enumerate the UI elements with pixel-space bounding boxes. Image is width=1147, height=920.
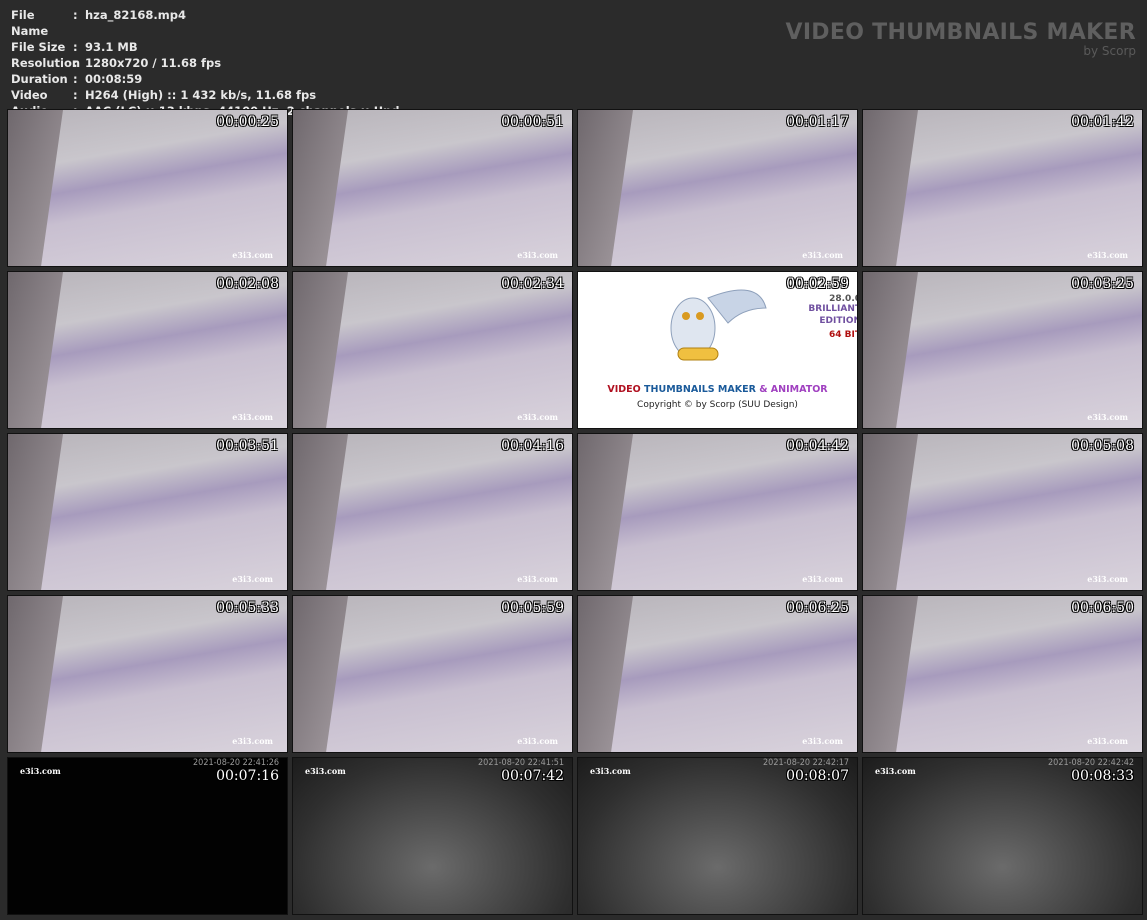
camera-timestamp: 2021-08-20 22:41:26 <box>193 758 279 768</box>
video-thumbnail[interactable]: e3i3.com 00:00:25 <box>7 109 288 267</box>
video-thumbnail[interactable]: e3i3.com 00:02:08 <box>7 271 288 429</box>
file-info-key: Duration <box>11 72 68 86</box>
thumbnail-timestamp: 00:07:16 <box>216 768 279 784</box>
camera-timestamp: 2021-08-20 22:41:51 <box>478 758 564 768</box>
thumbnail-timestamp: 00:03:51 <box>216 438 279 454</box>
thumbnail-timestamp: 00:00:25 <box>216 114 279 130</box>
thumbnail-timestamp: 00:02:59 <box>786 276 849 292</box>
video-thumbnail[interactable]: e3i3.com 00:01:17 <box>577 109 858 267</box>
splash-title-part: THUMBNAILS MAKER <box>644 384 760 395</box>
brand-subtitle: by Scorp <box>1083 44 1136 58</box>
thumbnail-timestamp: 00:04:16 <box>501 438 564 454</box>
thumbnail-timestamp: 00:02:34 <box>501 276 564 292</box>
watermark-text: e3i3.com <box>590 766 631 776</box>
watermark-text: e3i3.com <box>1087 250 1128 260</box>
video-thumbnail[interactable]: e3i3.com 00:00:51 <box>292 109 573 267</box>
watermark-text: e3i3.com <box>232 736 273 746</box>
camera-timestamp: 2021-08-20 22:42:42 <box>1048 758 1134 768</box>
file-info-value: H264 (High) :: 1 432 kb/s, 11.68 fps <box>85 88 317 102</box>
file-info-separator: : <box>73 72 78 86</box>
thumbnail-timestamp: 00:06:25 <box>786 600 849 616</box>
file-info-separator: : <box>73 8 78 22</box>
video-thumbnail[interactable]: e3i3.com 00:01:42 <box>862 109 1143 267</box>
thumbnail-timestamp: 00:01:42 <box>1071 114 1134 130</box>
watermark-text: e3i3.com <box>802 574 843 584</box>
brand-logo: VIDEO THUMBNAILS MAKER by Scorp <box>786 20 1137 58</box>
thumbnail-grid: e3i3.com 00:00:25 e3i3.com 00:00:51 e3i3.com… <box>7 109 1143 915</box>
brand-title: VIDEO THUMBNAILS MAKER <box>785 20 1136 45</box>
video-thumbnail[interactable]: e3i3.com 00:02:34 <box>292 271 573 429</box>
file-info-key: File Name <box>11 8 49 38</box>
splash-title: VIDEO THUMBNAILS MAKER & ANIMATOR <box>578 384 857 395</box>
video-thumbnail[interactable]: e3i3.com 2021-08-20 22:42:17 00:08:07 <box>577 757 858 915</box>
video-thumbnail[interactable]: e3i3.com 00:04:16 <box>292 433 573 591</box>
video-thumbnail[interactable]: e3i3.com 00:05:33 <box>7 595 288 753</box>
splash-copyright: Copyright © by Scorp (SUU Design) <box>637 400 798 410</box>
watermark-text: e3i3.com <box>517 736 558 746</box>
watermark-text: e3i3.com <box>232 412 273 422</box>
thumbnail-timestamp: 00:05:33 <box>216 600 279 616</box>
splash-edition-1: BRILLIANT <box>808 304 858 314</box>
file-info-row: Video: H264 (High) :: 1 432 kb/s, 11.68 f… <box>11 87 399 103</box>
file-info-separator: : <box>73 40 78 54</box>
thumbnail-timestamp: 00:02:08 <box>216 276 279 292</box>
watermark-text: e3i3.com <box>20 766 61 776</box>
watermark-text: e3i3.com <box>1087 412 1128 422</box>
file-info-key: Resolution <box>11 56 81 70</box>
watermark-text: e3i3.com <box>875 766 916 776</box>
splash-title-part: & ANIMATOR <box>759 384 828 395</box>
file-info-value: hza_82168.mp4 <box>85 8 186 22</box>
watermark-text: e3i3.com <box>1087 574 1128 584</box>
splash-title-part: VIDEO <box>607 384 645 395</box>
file-info-value: 93.1 MB <box>85 40 138 54</box>
thumbnail-timestamp: 00:07:42 <box>501 768 564 784</box>
file-info-row: File Name: hza_82168.mp4 <box>11 7 399 39</box>
splash-bits: 64 BIT <box>828 330 858 340</box>
file-info-row: File Size:93.1 MB <box>11 39 399 55</box>
watermark-text: e3i3.com <box>517 574 558 584</box>
file-info-panel: File Name: hza_82168.mp4 File Size:93.1 MB… <box>11 7 399 119</box>
video-thumbnail[interactable]: e3i3.com 00:03:51 <box>7 433 288 591</box>
thumbnail-timestamp: 00:08:33 <box>1071 768 1134 784</box>
video-thumbnail[interactable]: e3i3.com 00:06:25 <box>577 595 858 753</box>
owl-logo-icon <box>670 289 767 361</box>
thumbnail-timestamp: 00:00:51 <box>501 114 564 130</box>
splash-edition-2: EDITION <box>819 316 858 326</box>
file-info-separator: : <box>73 56 78 70</box>
thumbnail-timestamp: 00:05:59 <box>501 600 564 616</box>
file-info-value: 1280x720 / 11.68 fps <box>85 56 222 70</box>
file-info-value: 00:08:59 <box>85 72 143 86</box>
thumbnail-timestamp: 00:04:42 <box>786 438 849 454</box>
watermark-text: e3i3.com <box>517 412 558 422</box>
file-info-separator: : <box>73 88 78 102</box>
file-info-row: Duration:00:08:59 <box>11 71 399 87</box>
video-thumbnail[interactable]: e3i3.com 00:06:50 <box>862 595 1143 753</box>
watermark-text: e3i3.com <box>517 250 558 260</box>
video-thumbnail[interactable]: e3i3.com 00:03:25 <box>862 271 1143 429</box>
video-thumbnail[interactable]: e3i3.com 2021-08-20 22:41:51 00:07:42 <box>292 757 573 915</box>
file-info-key: File Size <box>11 40 66 54</box>
thumbnail-timestamp: 00:05:08 <box>1071 438 1134 454</box>
thumbnail-timestamp: 00:01:17 <box>786 114 849 130</box>
video-thumbnail[interactable]: e3i3.com 00:05:59 <box>292 595 573 753</box>
camera-timestamp: 2021-08-20 22:42:17 <box>763 758 849 768</box>
watermark-text: e3i3.com <box>802 250 843 260</box>
watermark-text: e3i3.com <box>802 736 843 746</box>
watermark-text: e3i3.com <box>305 766 346 776</box>
watermark-text: e3i3.com <box>1087 736 1128 746</box>
video-thumbnail[interactable]: e3i3.com 00:05:08 <box>862 433 1143 591</box>
thumbnail-timestamp: 00:06:50 <box>1071 600 1134 616</box>
video-thumbnail[interactable]: VIDEO THUMBNAILS MAKER & ANIMATOR Copyrig… <box>577 271 858 429</box>
thumbnail-timestamp: 00:08:07 <box>786 768 849 784</box>
watermark-text: e3i3.com <box>232 574 273 584</box>
video-thumbnail[interactable]: e3i3.com 2021-08-20 22:42:42 00:08:33 <box>862 757 1143 915</box>
splash-version: 28.0.0 <box>829 294 858 304</box>
watermark-text: e3i3.com <box>232 250 273 260</box>
thumbnail-timestamp: 00:03:25 <box>1071 276 1134 292</box>
video-thumbnail[interactable]: e3i3.com 00:04:42 <box>577 433 858 591</box>
file-info-row: Resolution:1280x720 / 11.68 fps <box>11 55 399 71</box>
video-thumbnail[interactable]: e3i3.com 2021-08-20 22:41:26 00:07:16 <box>7 757 288 915</box>
file-info-key: Video <box>11 88 48 102</box>
